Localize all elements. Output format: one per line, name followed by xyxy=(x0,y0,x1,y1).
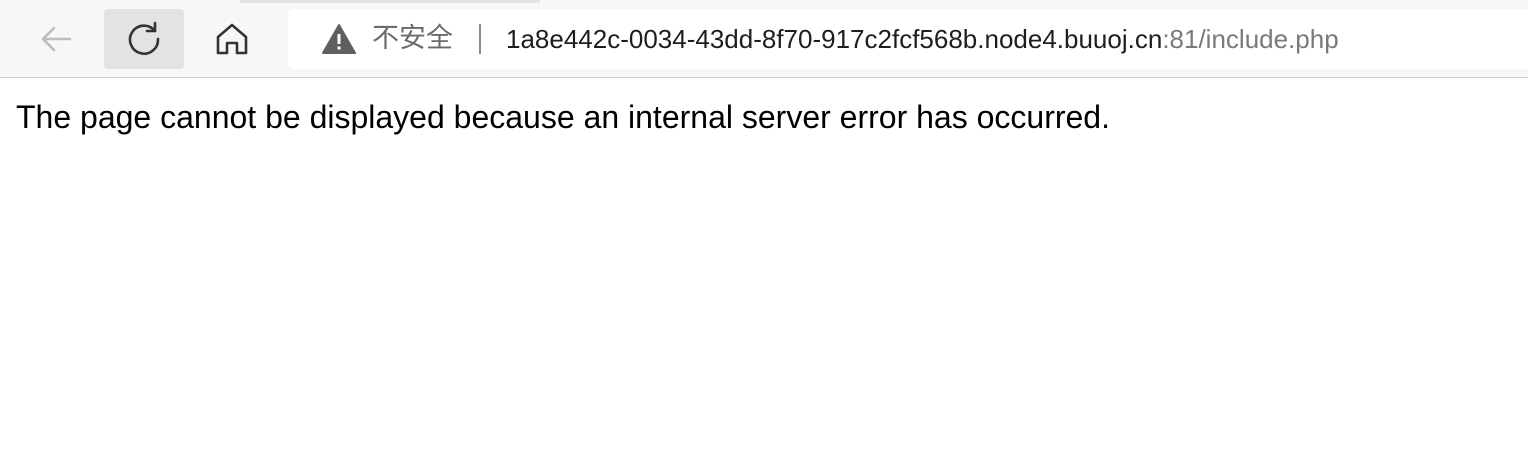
address-bar[interactable]: 不安全 1a8e442c-0034-43dd-8f70-917c2fcf568b… xyxy=(288,9,1528,69)
home-icon xyxy=(216,23,248,55)
arrow-left-icon xyxy=(41,26,72,52)
refresh-button[interactable] xyxy=(104,9,184,69)
home-button[interactable] xyxy=(192,9,272,69)
url-path[interactable]: :81/include.php xyxy=(1162,24,1338,54)
url-text[interactable]: 1a8e442c-0034-43dd-8f70-917c2fcf568b.nod… xyxy=(506,23,1339,55)
security-status-label[interactable]: 不安全 xyxy=(372,24,453,54)
tab-strip-edge xyxy=(240,0,540,3)
warning-icon[interactable] xyxy=(322,23,356,55)
address-separator xyxy=(479,24,481,54)
browser-toolbar: 不安全 1a8e442c-0034-43dd-8f70-917c2fcf568b… xyxy=(0,0,1528,78)
error-message: The page cannot be displayed because an … xyxy=(16,99,1110,135)
url-host[interactable]: 1a8e442c-0034-43dd-8f70-917c2fcf568b.nod… xyxy=(506,24,1162,54)
back-button[interactable] xyxy=(16,9,96,69)
refresh-icon xyxy=(128,21,160,55)
